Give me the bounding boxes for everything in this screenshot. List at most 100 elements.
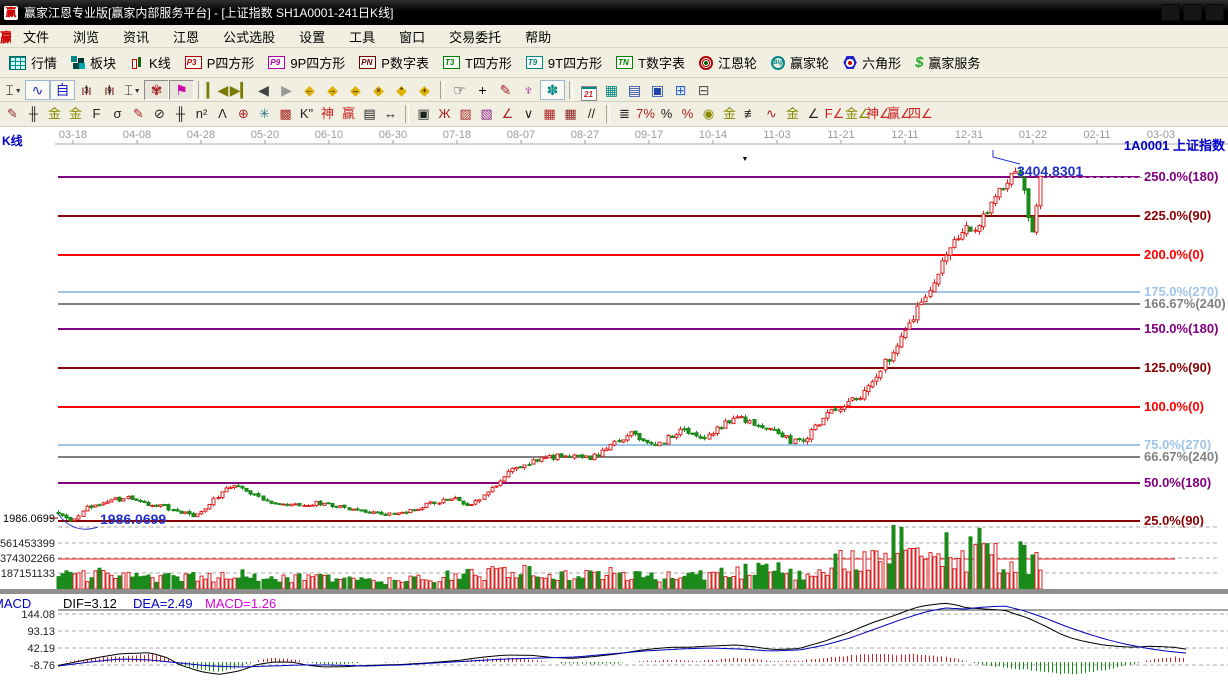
menu-item-10[interactable]: 帮助 [513, 27, 563, 46]
menu-item-1[interactable]: 文件 [11, 27, 61, 46]
menu-item-3[interactable]: 资讯 [111, 27, 161, 46]
calculator-icon[interactable]: ▦ [600, 80, 623, 100]
si-angle-icon[interactable]: 四∠ [908, 104, 929, 124]
box-range-icon[interactable]: ▣ [413, 104, 434, 124]
toolbar-button-hexagon[interactable]: 六角形 [837, 51, 909, 74]
target-grid-icon[interactable]: ▩ [275, 104, 296, 124]
notes-icon[interactable]: ▤ [623, 80, 646, 100]
gann-box-icon[interactable]: ▨ [455, 104, 476, 124]
toolbar-button-t-number-table[interactable]: TNT数字表 [610, 51, 693, 74]
toolbar-button-t-square[interactable]: T3T四方形 [437, 51, 520, 74]
toolbar-button-winner-service[interactable]: $赢家服务 [909, 51, 988, 74]
volume-profile-flag-icon[interactable]: ⚑ [169, 80, 194, 100]
menu-item-8[interactable]: 窗口 [387, 27, 437, 46]
gann-shape-icon[interactable]: ✾ [144, 80, 169, 100]
measure-pen-icon[interactable]: ✎ [494, 80, 517, 100]
gold-level-icon[interactable]: 金 [719, 104, 740, 124]
parallel-lines-icon[interactable]: // [581, 104, 602, 124]
gann-curves-icon[interactable]: ∿ [25, 80, 50, 100]
ray-fan-icon[interactable]: Ж [434, 104, 455, 124]
ying-angle-icon[interactable]: 赢∠ [887, 104, 908, 124]
toolbar-button-winner-wheel[interactable]: Big赢家轮 [765, 51, 837, 74]
f-angle-icon[interactable]: F∠ [824, 104, 845, 124]
mirror-line-icon[interactable]: Λ [212, 104, 233, 124]
candle-style-icon[interactable]: ⌶▼ [121, 80, 144, 100]
ying-tool-icon[interactable]: 赢 [338, 104, 359, 124]
info-panel-icon[interactable]: 自 [50, 80, 75, 100]
shen-angle-icon[interactable]: 神∠ [866, 104, 887, 124]
k-prime-icon[interactable]: K" [296, 104, 317, 124]
angle-lines-icon[interactable]: ∠ [497, 104, 518, 124]
compass-ruler-icon[interactable]: ✎ [2, 104, 23, 124]
windows-net-icon[interactable]: ⊞ [669, 80, 692, 100]
level-lines-icon[interactable]: ≢ [740, 104, 761, 124]
toolbar-button-sectors[interactable]: 板块 [65, 51, 124, 74]
angle-1-icon[interactable]: ∠ [803, 104, 824, 124]
next-page-icon[interactable]: ▶ [275, 80, 298, 100]
tick-ruler-icon[interactable]: ╫ [23, 104, 44, 124]
ruler-123-icon[interactable]: ▤ [359, 104, 380, 124]
toolbar-button-9p-square[interactable]: P99P四方形 [262, 51, 353, 74]
price-grid-icon[interactable]: ▦ [539, 104, 560, 124]
gann-grid-icon[interactable]: ▧ [476, 104, 497, 124]
wave-tool-icon[interactable]: ∿ [761, 104, 782, 124]
gold-2-icon[interactable]: 金 [782, 104, 803, 124]
pan-hand-icon[interactable]: ☞ [448, 80, 471, 100]
toolbar-button-p-square[interactable]: P3P四方形 [179, 51, 263, 74]
compress-horizontal-icon[interactable]: ◆× [367, 80, 390, 100]
first-page-icon[interactable]: ▎◀ [206, 80, 229, 100]
menu-item-5[interactable]: 公式选股 [211, 27, 287, 46]
toolbar-button-quotes[interactable]: 行情 [3, 51, 65, 74]
toolbar-button-kline[interactable]: K线 [124, 51, 179, 74]
calendar-icon[interactable]: 21 [577, 80, 600, 100]
smart-draw-icon[interactable]: ✽ [540, 80, 565, 100]
shift-right-icon[interactable]: ◆→ [321, 80, 344, 100]
period-selector-icon[interactable]: ⌶▼ [2, 80, 25, 100]
toolbar-button-p-number-table[interactable]: PNP数字表 [353, 51, 437, 74]
gold-circle-icon[interactable]: ◉ [698, 104, 719, 124]
expand-horizontal-icon[interactable]: ◆↔ [344, 80, 367, 100]
crosshair-icon[interactable]: + [471, 80, 494, 100]
target-star-icon[interactable]: ✳ [254, 104, 275, 124]
title-bar[interactable]: 赢 赢家江恩专业版[赢家内部服务平台] - [上证指数 SH1A0001-241… [0, 0, 1228, 25]
app-icon[interactable]: 赢 [4, 6, 18, 20]
shift-left-icon[interactable]: ◆← [298, 80, 321, 100]
gold-ruler-2-icon[interactable]: 金 [65, 104, 86, 124]
red-compass-icon[interactable]: ✎ [128, 104, 149, 124]
percent-icon[interactable]: % [656, 104, 677, 124]
menu-item-6[interactable]: 设置 [287, 27, 337, 46]
zoom-all-icon[interactable]: ◆+ [413, 80, 436, 100]
chart-3-icon[interactable]: ılı3 [75, 80, 98, 100]
scale-left-icon[interactable]: ≣ [614, 104, 635, 124]
percent-retrace-icon[interactable]: 7% [635, 104, 656, 124]
gold-angle-icon[interactable]: 金∠ [845, 104, 866, 124]
shen-tool-icon[interactable]: 神 [317, 104, 338, 124]
time-grid-icon[interactable]: ▦ [560, 104, 581, 124]
pane-splitter[interactable] [0, 589, 1228, 594]
menu-item-7[interactable]: 工具 [337, 27, 387, 46]
gold-ruler-1-icon[interactable]: 金 [44, 104, 65, 124]
menu-item-9[interactable]: 交易委托 [437, 27, 513, 46]
save-icon[interactable]: ▣ [646, 80, 669, 100]
ruler-2-icon[interactable]: ╫ [170, 104, 191, 124]
percent-lines-icon[interactable]: % [677, 104, 698, 124]
f-ruler-icon[interactable]: F [86, 104, 107, 124]
minimize-button[interactable] [1161, 4, 1180, 21]
toolbar-button-gann-wheel[interactable]: 江恩轮 [693, 51, 765, 74]
pane-marker[interactable]: ▼ [742, 156, 749, 163]
print-icon[interactable]: ⊟ [692, 80, 715, 100]
prev-page-icon[interactable]: ◀ [252, 80, 275, 100]
gann-trident-icon[interactable]: ♆ [517, 80, 540, 100]
toolbar-button-9t-square[interactable]: T99T四方形 [520, 51, 610, 74]
chart-area[interactable]: 03-1804-0804-2805-2006-1006-3007-1808-07… [0, 127, 1228, 683]
width-measure-icon[interactable]: ↔ [380, 104, 401, 124]
zoom-fit-icon[interactable]: ◆* [390, 80, 413, 100]
menu-item-4[interactable]: 江恩 [161, 27, 211, 46]
circle-ruler-icon[interactable]: ⊘ [149, 104, 170, 124]
chart-9-icon[interactable]: ılı9 [98, 80, 121, 100]
last-page-icon[interactable]: ▶▎ [229, 80, 252, 100]
close-button[interactable] [1205, 4, 1224, 21]
target-circle-icon[interactable]: ⊕ [233, 104, 254, 124]
zigzag-icon[interactable]: ∨ [518, 104, 539, 124]
menu-item-2[interactable]: 浏览 [61, 27, 111, 46]
